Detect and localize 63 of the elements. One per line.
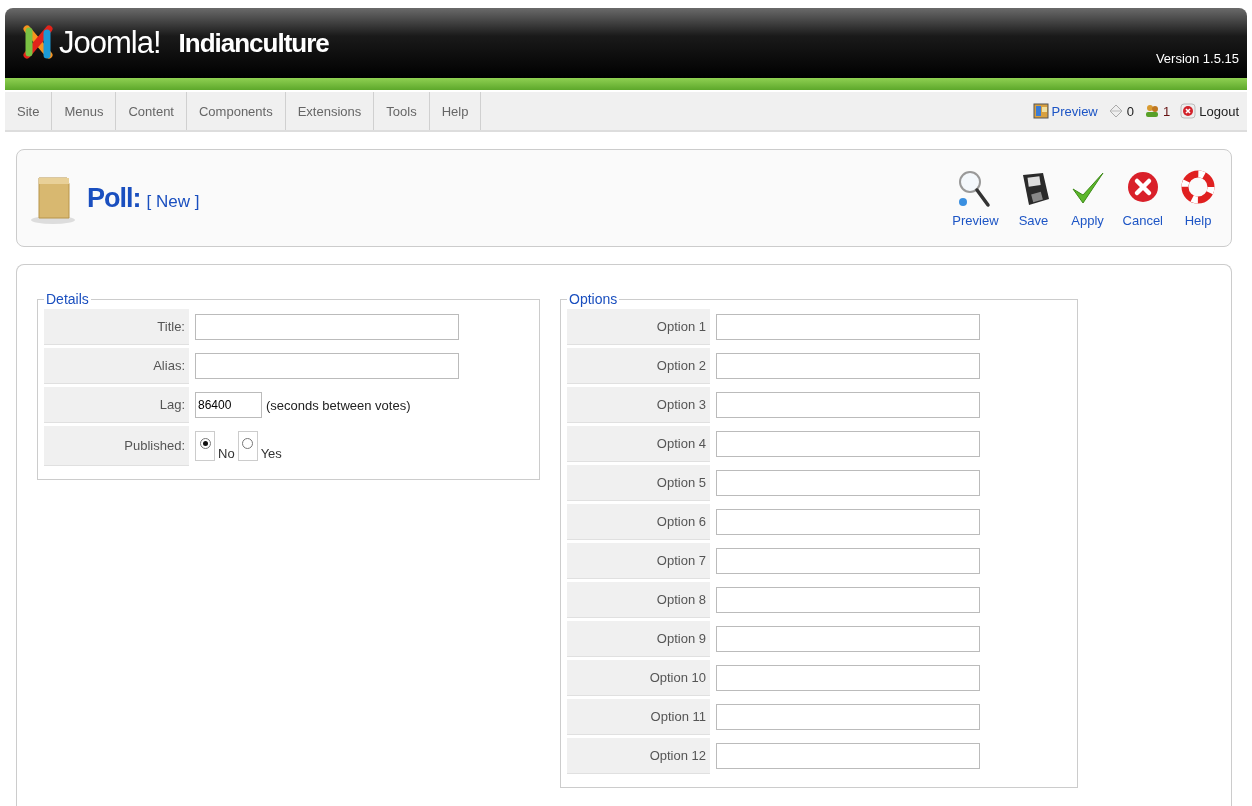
page-subtitle: [ New ] [146, 192, 200, 212]
text-field[interactable] [716, 587, 980, 613]
preview-button[interactable]: Preview [948, 168, 1003, 228]
text-field[interactable] [195, 314, 459, 340]
menu-item[interactable]: Extensions [285, 92, 375, 130]
messages-count: 0 [1126, 103, 1134, 119]
text-field[interactable] [716, 314, 980, 340]
text-field[interactable] [716, 353, 980, 379]
apply-button[interactable]: Apply [1064, 168, 1111, 228]
users-count: 1 [1163, 103, 1171, 119]
field-label: Option 10 [567, 660, 710, 696]
field-label: Option 5 [567, 465, 710, 501]
text-field[interactable] [716, 626, 980, 652]
field-label: Option 7 [567, 543, 710, 579]
menu-item[interactable]: Tools [374, 92, 430, 130]
save-button[interactable]: Save [1010, 168, 1057, 228]
menu-item[interactable]: Site [5, 92, 53, 130]
fieldset-legend: Details [44, 291, 91, 307]
text-field[interactable] [716, 431, 980, 457]
menu-item[interactable]: Components [187, 92, 286, 130]
image-icon [1032, 103, 1049, 119]
cancel-button[interactable]: Cancel [1118, 168, 1167, 228]
radio-button[interactable] [199, 438, 211, 449]
field-label: Option 1 [567, 309, 710, 345]
text-field[interactable] [716, 470, 980, 496]
preview-link[interactable]: Preview [1051, 103, 1098, 119]
text-field[interactable]: 86400 [195, 392, 262, 418]
field-label: Published: [44, 426, 189, 466]
menu-item[interactable]: Menus [52, 92, 117, 130]
radio-label: Yes [260, 446, 282, 461]
page-title: Poll: [87, 182, 141, 214]
text-field[interactable] [195, 353, 459, 379]
menu-item[interactable]: Content [116, 92, 187, 130]
field-label: Option 6 [567, 504, 710, 540]
field-label: Option 3 [567, 387, 710, 423]
field-label: Option 4 [567, 426, 710, 462]
field-label: Option 11 [567, 699, 710, 735]
text-field[interactable] [716, 548, 980, 574]
text-field[interactable] [716, 743, 980, 769]
users-icon [1144, 103, 1160, 119]
fieldset-legend: Options [567, 291, 620, 307]
field-label: Option 8 [567, 582, 710, 618]
envelope-icon [1107, 103, 1124, 119]
field-label: Option 12 [567, 738, 710, 774]
field-hint: (seconds between votes) [266, 397, 411, 413]
radio-label: No [218, 446, 235, 461]
field-label: Option 9 [567, 621, 710, 657]
field-label: Title: [44, 309, 189, 345]
field-label: Alias: [44, 348, 189, 384]
site-name: Indianculture [178, 27, 329, 59]
text-field[interactable] [716, 704, 980, 730]
help-button[interactable]: Help [1175, 168, 1221, 228]
field-label: Option 2 [567, 348, 710, 384]
logo-text: Joomla! [59, 25, 161, 61]
text-field[interactable] [716, 509, 980, 535]
version-label: Version 1.5.15 [1155, 51, 1239, 66]
text-field[interactable] [716, 665, 980, 691]
logout-link[interactable]: Logout [1199, 103, 1239, 119]
radio-button[interactable] [242, 438, 254, 449]
logout-icon [1180, 103, 1197, 119]
field-label: Lag: [44, 387, 189, 423]
text-field[interactable] [716, 392, 980, 418]
menu-item[interactable]: Help [429, 92, 482, 130]
